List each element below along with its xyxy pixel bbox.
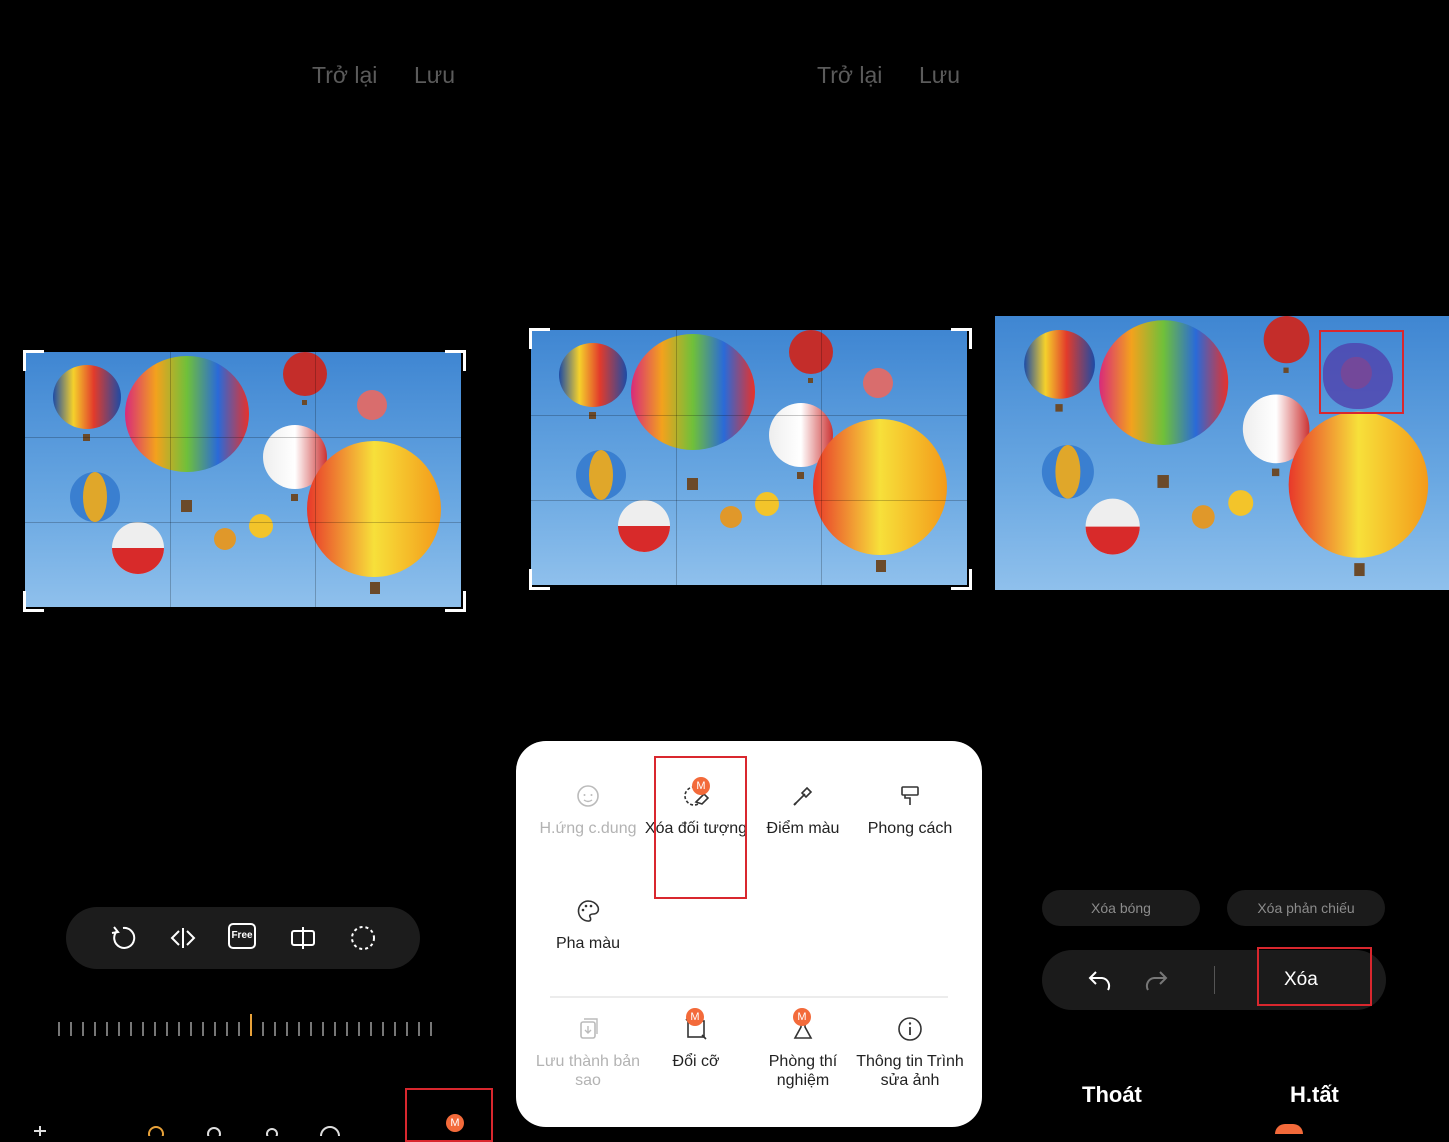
- menu-item-style[interactable]: Phong cách: [856, 783, 964, 838]
- balloon-photo: [25, 352, 461, 607]
- ruler-tick: [202, 1022, 204, 1036]
- face-icon: [577, 785, 599, 807]
- ruler-tick: [274, 1022, 276, 1036]
- ruler-tick: [262, 1022, 264, 1036]
- ruler-tick: [70, 1022, 72, 1036]
- ruler-tick: [226, 1022, 228, 1036]
- crop-handle[interactable]: [445, 350, 466, 371]
- menu-item-save-copy[interactable]: Lưu thành bản sao: [534, 1016, 642, 1090]
- ruler-tick: [166, 1022, 168, 1036]
- selected-object-highlight: [1319, 330, 1404, 414]
- ruler-tick: [130, 1022, 132, 1036]
- brush-indicator: [1275, 1124, 1303, 1134]
- brightness-icon[interactable]: [262, 1124, 282, 1136]
- filter-icon[interactable]: [146, 1124, 166, 1136]
- ruler-tick: [310, 1022, 312, 1036]
- new-badge: M: [793, 1008, 811, 1026]
- crop-handle[interactable]: [23, 350, 44, 371]
- transform-toolbar: Free: [66, 907, 420, 969]
- divider: [1214, 966, 1215, 994]
- ruler-tick: [58, 1022, 60, 1036]
- angle-ruler[interactable]: [50, 1010, 440, 1040]
- crop-handle[interactable]: [23, 591, 44, 612]
- ruler-tick: [250, 1014, 252, 1036]
- save-button[interactable]: Lưu: [414, 62, 455, 89]
- crop-handle[interactable]: [951, 569, 972, 590]
- menu-item-resize[interactable]: M Đổi cỡ: [642, 1008, 750, 1071]
- ruler-tick: [346, 1022, 348, 1036]
- crop-handle[interactable]: [529, 328, 550, 349]
- ruler-tick: [178, 1022, 180, 1036]
- back-button[interactable]: Trở lại: [312, 62, 377, 89]
- transform-icon[interactable]: [30, 1124, 50, 1136]
- back-button[interactable]: Trở lại: [817, 62, 882, 89]
- object-eraser-highlight: [654, 756, 747, 899]
- erase-button-highlight: [1257, 947, 1372, 1006]
- ruler-tick: [394, 1022, 396, 1036]
- ruler-tick: [334, 1022, 336, 1036]
- divider: [550, 996, 948, 998]
- ruler-tick: [154, 1022, 156, 1036]
- balloon-photo: [531, 330, 967, 585]
- redo-icon[interactable]: [1142, 966, 1170, 994]
- photo-crop-area[interactable]: [25, 352, 461, 607]
- menu-item-spot-color[interactable]: Điểm màu: [749, 783, 857, 838]
- flip-icon[interactable]: [168, 923, 198, 953]
- menu-item-color-mix[interactable]: Pha màu: [534, 898, 642, 953]
- tone-icon[interactable]: [204, 1124, 224, 1136]
- ruler-tick: [298, 1022, 300, 1036]
- ruler-tick: [418, 1022, 420, 1036]
- eyedropper-icon: [793, 786, 813, 806]
- paintbrush-icon: [901, 786, 919, 805]
- ruler-tick: [238, 1022, 240, 1036]
- sticker-icon[interactable]: [318, 1124, 342, 1136]
- menu-item-labs[interactable]: M Phòng thí nghiệm: [749, 1008, 857, 1090]
- ruler-tick: [190, 1022, 192, 1036]
- palette-icon: [577, 900, 600, 922]
- rotate-icon[interactable]: [108, 923, 138, 953]
- undo-icon[interactable]: [1086, 966, 1114, 994]
- crop-handle[interactable]: [445, 591, 466, 612]
- exit-button[interactable]: Thoát: [1082, 1082, 1142, 1108]
- crop-handle[interactable]: [951, 328, 972, 349]
- lasso-icon[interactable]: [348, 923, 378, 953]
- ruler-tick: [382, 1022, 384, 1036]
- save-copy-icon: [580, 1018, 598, 1039]
- ruler-tick: [106, 1022, 108, 1036]
- new-badge: M: [686, 1008, 704, 1026]
- remove-reflection-button[interactable]: Xóa phản chiếu: [1227, 890, 1385, 926]
- ruler-tick: [430, 1022, 432, 1036]
- ruler-tick: [358, 1022, 360, 1036]
- menu-item-editor-info[interactable]: Thông tin Trình sửa ảnh: [856, 1016, 964, 1090]
- ruler-tick: [286, 1022, 288, 1036]
- remove-shadow-button[interactable]: Xóa bóng: [1042, 890, 1200, 926]
- new-badge: M: [446, 1114, 464, 1132]
- ruler-tick: [406, 1022, 408, 1036]
- menu-item-portrait-effect[interactable]: H.ứng c.dung: [534, 783, 642, 838]
- ruler-tick: [370, 1022, 372, 1036]
- mirror-icon[interactable]: [288, 923, 318, 953]
- ruler-tick: [214, 1022, 216, 1036]
- done-button[interactable]: H.tất: [1290, 1082, 1339, 1108]
- crop-handle[interactable]: [529, 569, 550, 590]
- ruler-tick: [142, 1022, 144, 1036]
- more-tools-sheet: H.ứng c.dung M Xóa đối tượng Điểm màu Ph…: [516, 741, 982, 1127]
- info-icon: [898, 1017, 922, 1041]
- photo-crop-area[interactable]: [531, 330, 967, 585]
- save-button[interactable]: Lưu: [919, 62, 960, 89]
- ruler-tick: [118, 1022, 120, 1036]
- ruler-tick: [82, 1022, 84, 1036]
- ruler-tick: [94, 1022, 96, 1036]
- free-ratio-icon[interactable]: Free: [228, 923, 256, 949]
- ruler-tick: [322, 1022, 324, 1036]
